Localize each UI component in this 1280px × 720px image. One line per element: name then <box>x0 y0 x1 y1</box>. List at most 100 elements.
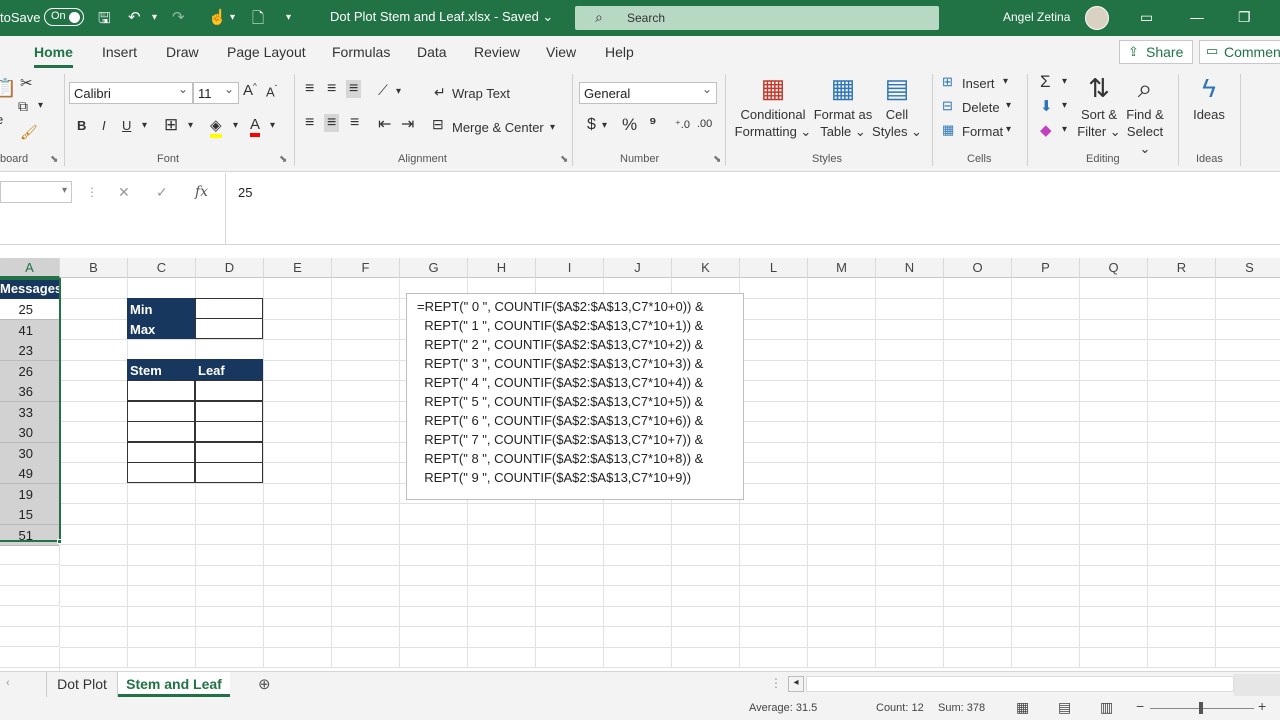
ideas-button[interactable]: ϟ Ideas <box>1186 72 1232 123</box>
conditional-formatting-button[interactable]: ▦ Conditional Formatting ⌄ <box>732 72 814 140</box>
grid-cell[interactable] <box>196 278 264 299</box>
grid-cell[interactable] <box>808 298 876 320</box>
grid-cell[interactable] <box>1148 421 1216 443</box>
worksheet-grid[interactable]: ABCDEFGHIJKLMNOPQRS Messages 25 41 23 26 36 3… <box>0 258 1280 671</box>
page-layout-view-icon[interactable]: ▤ <box>1058 699 1071 716</box>
grid-cell[interactable] <box>196 544 264 566</box>
column-header-d[interactable]: D <box>196 258 264 278</box>
column-header-i[interactable]: I <box>536 258 604 278</box>
grid-cell[interactable] <box>740 524 808 545</box>
grid-cell[interactable] <box>1012 483 1080 504</box>
min-label-cell[interactable]: Min <box>127 298 195 319</box>
undo-icon[interactable]: ↶ <box>128 8 141 26</box>
grid-cell[interactable] <box>876 606 944 627</box>
leaf-cell[interactable] <box>195 421 263 442</box>
grid-cell[interactable] <box>876 462 944 484</box>
grid-cell[interactable] <box>60 278 128 299</box>
grid-cell[interactable] <box>944 503 1012 525</box>
grid-cell[interactable] <box>1080 585 1148 607</box>
underline-icon[interactable]: U <box>122 118 131 133</box>
grid-cell[interactable] <box>1080 565 1148 586</box>
grid-cell[interactable] <box>1216 422 1280 443</box>
align-center-icon[interactable]: ≡ <box>324 114 340 132</box>
grid-cell[interactable] <box>1012 544 1080 566</box>
grid-cell[interactable] <box>1216 524 1280 545</box>
grid-cell[interactable] <box>468 626 536 648</box>
format-painter-icon[interactable]: 🖌 <box>20 124 38 141</box>
grid-cell[interactable] <box>604 503 672 525</box>
grid-cell[interactable] <box>1216 463 1280 484</box>
grid-cell[interactable] <box>264 524 332 545</box>
column-header-s[interactable]: S <box>1216 258 1280 278</box>
grid-cell[interactable] <box>400 524 468 545</box>
grid-cell[interactable] <box>672 585 740 607</box>
leaf-header-cell[interactable]: Leaf <box>195 359 263 380</box>
grid-cell[interactable] <box>60 503 128 525</box>
grid-cell[interactable] <box>876 278 944 299</box>
grid-cell[interactable] <box>604 565 672 586</box>
grid-cell[interactable] <box>60 380 128 402</box>
grid-cell[interactable] <box>128 647 196 668</box>
stem-cell[interactable] <box>127 421 195 442</box>
grid-cell[interactable] <box>468 585 536 607</box>
grid-cell[interactable] <box>332 421 400 443</box>
grid-cell[interactable] <box>1012 626 1080 648</box>
grid-cell[interactable] <box>332 524 400 545</box>
insert-cells-icon[interactable]: ⊞ <box>942 74 953 90</box>
grid-cell[interactable] <box>196 606 264 627</box>
avatar[interactable] <box>1085 6 1109 30</box>
comma-style-icon[interactable]: ⁹ <box>649 115 657 133</box>
grid-cell[interactable] <box>332 278 400 299</box>
save-icon[interactable]: 🖫 <box>98 8 111 33</box>
format-dropdown-icon[interactable]: ▾ <box>1006 124 1011 135</box>
grid-cell[interactable] <box>740 462 808 484</box>
enter-icon[interactable]: ✓ <box>156 184 168 201</box>
grid-cell[interactable] <box>1216 442 1280 463</box>
grid-cell[interactable] <box>1148 503 1216 525</box>
grid-cell[interactable] <box>1148 483 1216 504</box>
grid-cell[interactable] <box>128 339 196 361</box>
grid-cell[interactable] <box>60 626 128 648</box>
grid-cell[interactable] <box>1080 339 1148 361</box>
grid-cell[interactable] <box>740 442 808 463</box>
touch-mode-icon[interactable]: ☝ <box>208 8 227 26</box>
grid-cell[interactable] <box>128 565 196 586</box>
cell-styles-button[interactable]: ▤ Cell Styles ⌄ <box>872 72 922 140</box>
grid-cell[interactable] <box>1216 401 1280 422</box>
grid-cell[interactable] <box>740 380 808 402</box>
grid-cell[interactable] <box>332 503 400 525</box>
grid-cell[interactable] <box>944 606 1012 627</box>
grid-cell[interactable] <box>0 606 60 627</box>
leaf-cell[interactable] <box>195 380 263 401</box>
grid-cell[interactable] <box>808 462 876 484</box>
grid-cell[interactable] <box>468 647 536 668</box>
grid-cell[interactable] <box>196 524 264 545</box>
search-box[interactable]: ⌕ Search <box>575 6 939 30</box>
stem-header-cell[interactable]: Stem <box>127 359 195 380</box>
sheet-tab-stem-and-leaf[interactable]: Stem and Leaf <box>118 672 230 697</box>
grid-cell[interactable] <box>60 544 128 566</box>
grid-cell[interactable] <box>128 585 196 607</box>
grid-cell[interactable] <box>604 626 672 648</box>
grid-cell[interactable] <box>332 544 400 566</box>
grid-cell[interactable] <box>1148 585 1216 607</box>
grid-cell[interactable] <box>808 401 876 422</box>
grid-cell[interactable] <box>944 421 1012 443</box>
grid-cell[interactable] <box>876 360 944 381</box>
font-color-dropdown-icon[interactable]: ▾ <box>270 120 275 131</box>
grid-cell[interactable] <box>1080 647 1148 668</box>
tab-page-layout[interactable]: Page Layout <box>227 44 306 60</box>
grid-cell[interactable] <box>128 544 196 566</box>
grid-cell[interactable] <box>1080 524 1148 545</box>
tab-review[interactable]: Review <box>474 44 520 60</box>
grid-cell[interactable] <box>1080 483 1148 504</box>
font-launcher-icon[interactable]: ⬊ <box>279 154 287 165</box>
font-color-icon[interactable]: A <box>250 116 261 137</box>
grid-cell[interactable] <box>1012 565 1080 586</box>
grid-cell[interactable] <box>740 585 808 607</box>
column-header-o[interactable]: O <box>944 258 1012 278</box>
max-value-cell[interactable] <box>195 318 263 339</box>
leaf-cell[interactable] <box>195 462 263 483</box>
grid-cell[interactable] <box>944 360 1012 381</box>
grid-cell[interactable] <box>944 524 1012 545</box>
